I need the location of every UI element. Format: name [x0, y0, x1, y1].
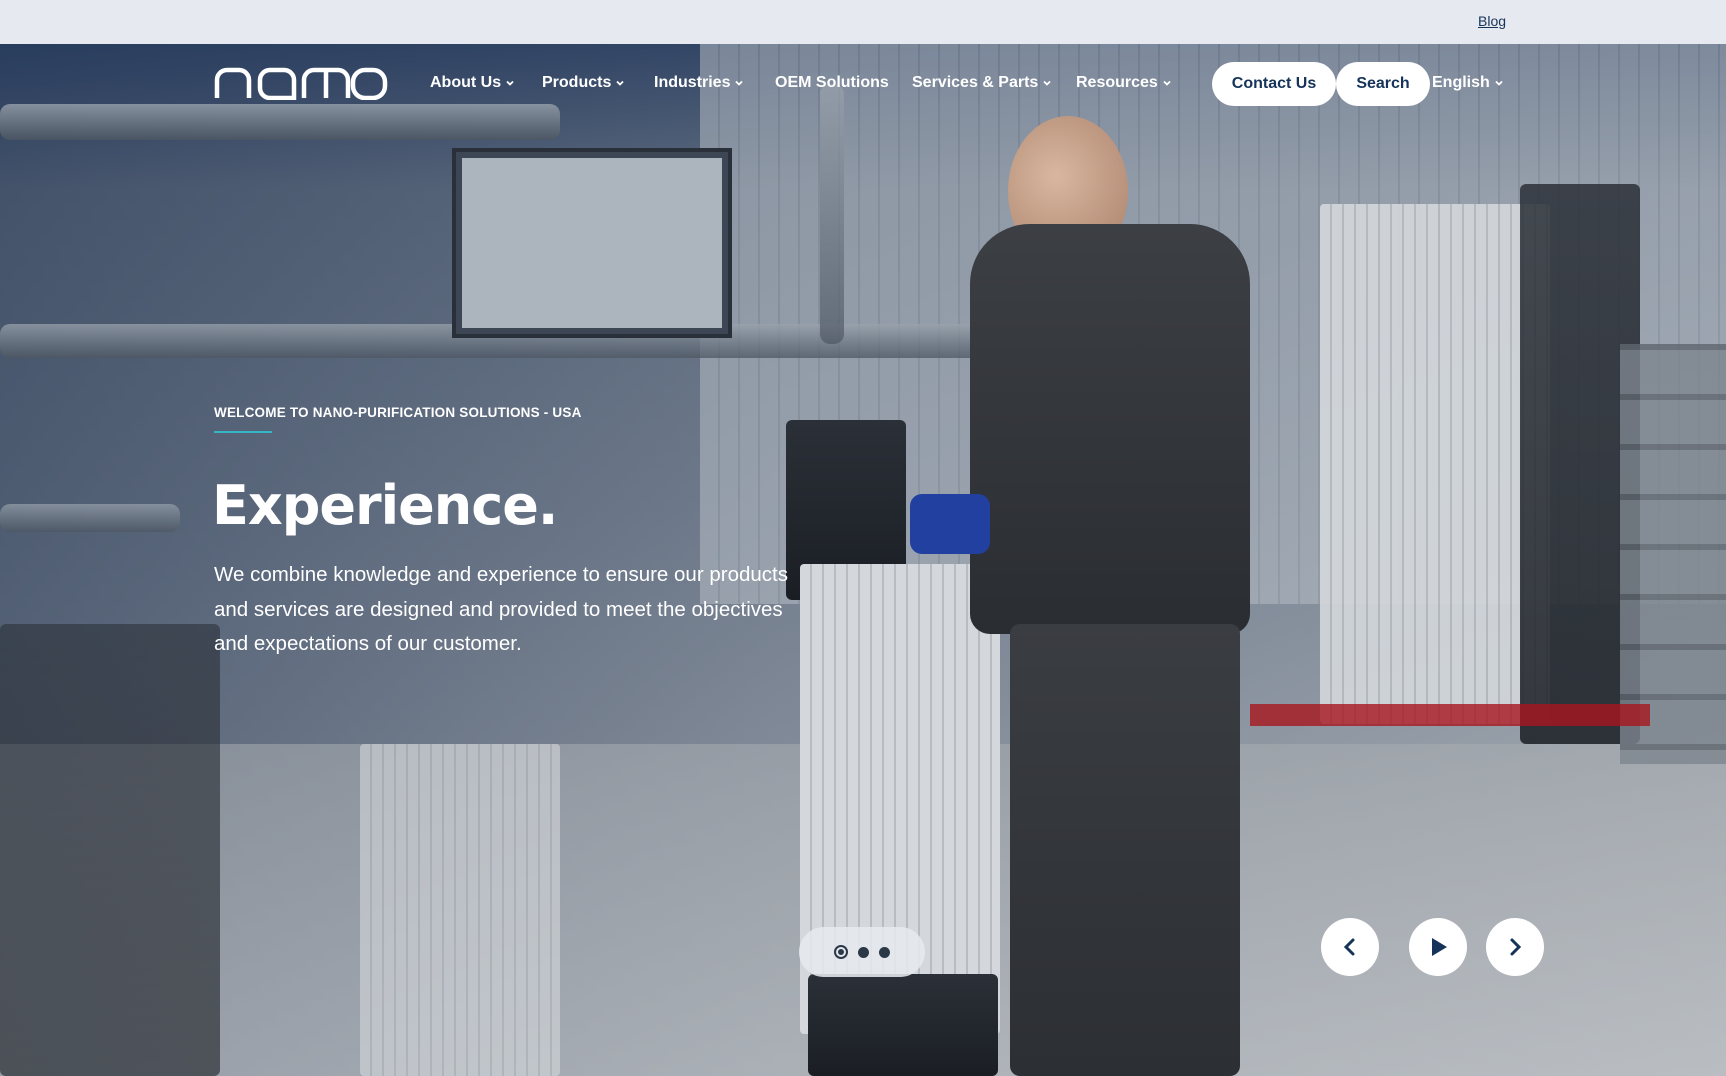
nav-industries-label: Industries	[654, 74, 731, 91]
nav-oem-solutions-label: OEM Solutions	[775, 74, 889, 91]
chevron-down-icon	[506, 80, 514, 86]
chevron-right-icon	[1510, 938, 1522, 956]
chevron-left-icon	[1343, 938, 1355, 956]
chevron-down-icon	[1163, 80, 1171, 86]
eyebrow-underline	[214, 431, 272, 433]
language-label: English	[1432, 74, 1490, 91]
language-selector[interactable]: English	[1432, 74, 1504, 92]
slide-dot-1[interactable]	[834, 945, 848, 959]
hero-description: We combine knowledge and experience to e…	[214, 563, 788, 655]
nav-resources-label: Resources	[1076, 74, 1158, 91]
nav-products[interactable]: Products	[542, 74, 625, 92]
previous-slide-button[interactable]	[1321, 918, 1379, 976]
chevron-down-icon	[616, 80, 624, 86]
slide-indicators	[799, 927, 925, 977]
hero-headline: Experience.	[212, 474, 558, 537]
nav-industries[interactable]: Industries	[654, 74, 744, 92]
blog-link[interactable]: Blog	[1478, 13, 1506, 29]
slide-dot-3[interactable]	[879, 946, 890, 958]
next-slide-button[interactable]	[1486, 918, 1544, 976]
utility-bar: Blog	[0, 0, 1726, 44]
play-icon	[1432, 938, 1447, 956]
hero-eyebrow: WELCOME TO NANO-PURIFICATION SOLUTIONS -…	[214, 405, 582, 420]
nav-resources[interactable]: Resources	[1076, 74, 1172, 92]
search-button[interactable]: Search	[1336, 62, 1430, 106]
slide-dot-2[interactable]	[858, 946, 869, 958]
chevron-down-icon	[735, 80, 744, 86]
contact-us-button[interactable]: Contact Us	[1212, 62, 1336, 106]
nav-products-label: Products	[542, 74, 612, 91]
nav-about-us[interactable]: About Us	[430, 74, 515, 92]
nav-about-us-label: About Us	[430, 74, 502, 91]
main-navigation: About Us Products Industries OEM Solutio…	[0, 44, 1726, 124]
nav-services-parts-label: Services & Parts	[912, 74, 1039, 91]
nano-logo[interactable]	[214, 66, 388, 100]
chevron-down-icon	[1043, 80, 1051, 86]
nav-oem-solutions[interactable]: OEM Solutions	[775, 74, 889, 92]
nav-services-parts[interactable]: Services & Parts	[912, 74, 1052, 92]
play-slideshow-button[interactable]	[1409, 918, 1467, 976]
chevron-down-icon	[1495, 80, 1503, 86]
